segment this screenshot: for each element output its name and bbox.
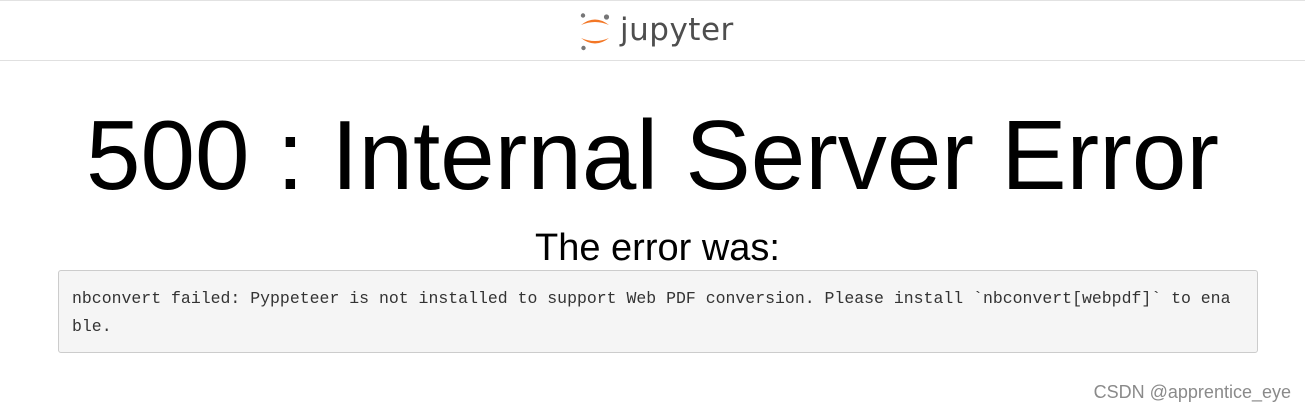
error-message: nbconvert failed: Pyppeteer is not insta… bbox=[58, 270, 1258, 353]
jupyter-logo-link[interactable]: jupyter bbox=[578, 11, 734, 53]
watermark-text: CSDN @apprentice_eye bbox=[1093, 382, 1291, 402]
jupyter-logo-icon bbox=[580, 13, 610, 51]
header-bar: jupyter bbox=[0, 0, 1305, 61]
logo-wordmark: jupyter bbox=[620, 11, 734, 48]
error-title: 500 : Internal Server Error bbox=[86, 100, 1219, 210]
error-subtitle: The error was: bbox=[535, 227, 780, 269]
